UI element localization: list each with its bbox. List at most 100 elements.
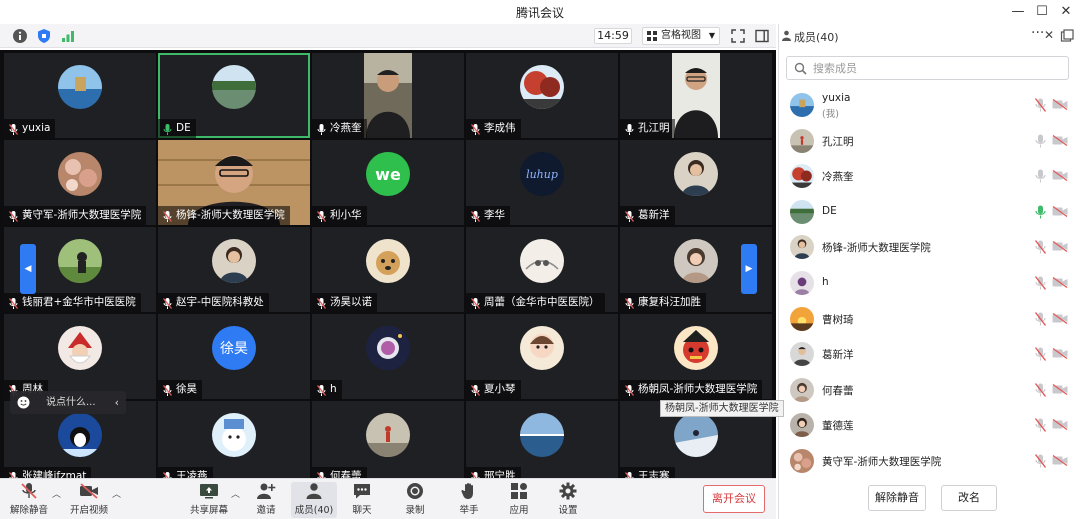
participant-tile[interactable]: DE: [158, 53, 310, 138]
members-button[interactable]: 成员(40): [291, 482, 337, 518]
camera-off-icon[interactable]: [1052, 348, 1068, 360]
participant-tile[interactable]: 葛新洋: [620, 140, 772, 225]
fullscreen-icon[interactable]: [730, 28, 746, 44]
participant-tile[interactable]: 邢宁胜: [466, 401, 618, 478]
member-row[interactable]: 何春蕾: [779, 373, 1080, 408]
quick-chat-bar[interactable]: 说点什么... ‹: [10, 391, 126, 414]
window-title-bar: 腾讯会议 — ☐ ✕: [0, 0, 1080, 24]
microphone-muted-icon[interactable]: [1034, 311, 1047, 326]
participant-tile[interactable]: 徐昊 徐昊: [158, 314, 310, 399]
view-mode-dropdown[interactable]: 宫格视图 ▼: [642, 27, 720, 45]
rename-button[interactable]: 改名: [941, 485, 997, 511]
emoji-icon[interactable]: [17, 396, 30, 409]
participant-tile[interactable]: 孔江明: [620, 53, 772, 138]
next-page-arrow[interactable]: ▶: [741, 244, 757, 294]
microphone-icon[interactable]: [1035, 134, 1046, 148]
minimize-button[interactable]: —: [1008, 2, 1028, 22]
invite-button[interactable]: 邀请: [243, 482, 289, 518]
microphone-muted-icon[interactable]: [1034, 276, 1047, 290]
close-button[interactable]: ✕: [1056, 2, 1076, 22]
popout-window-icon[interactable]: [1060, 29, 1074, 43]
participant-name: 周蕾（金华市中医医院）: [484, 296, 600, 308]
close-panel-icon[interactable]: ✕: [1044, 28, 1054, 42]
share-options-caret[interactable]: ︿: [231, 487, 240, 500]
member-row[interactable]: h: [779, 266, 1080, 301]
participant-tile[interactable]: yuxia: [4, 53, 156, 138]
gear-icon: [559, 482, 577, 500]
share-screen-icon: [200, 484, 218, 499]
member-row[interactable]: yuxia (我): [779, 88, 1080, 123]
member-name: 黄守军-浙师大数理医学院: [822, 456, 942, 468]
participant-tile[interactable]: 赵宇-中医院科教处: [158, 227, 310, 312]
security-shield-icon[interactable]: [36, 28, 52, 44]
microphone-icon[interactable]: [1035, 169, 1046, 183]
member-row[interactable]: DE: [779, 195, 1080, 230]
camera-off-icon[interactable]: [1052, 312, 1068, 324]
microphone-muted-icon[interactable]: [1034, 454, 1047, 468]
member-row[interactable]: 孔江明: [779, 124, 1080, 159]
member-row[interactable]: 葛新洋: [779, 337, 1080, 372]
record-button[interactable]: 录制: [392, 482, 438, 518]
participant-tile[interactable]: 李成伟: [466, 53, 618, 138]
microphone-muted-icon: [8, 123, 19, 135]
member-row[interactable]: 曹树琦: [779, 302, 1080, 337]
unmute-button[interactable]: 解除静音: [6, 482, 52, 518]
participant-tile[interactable]: luhup 李华: [466, 140, 618, 225]
participant-tile[interactable]: we 利小华: [312, 140, 464, 225]
camera-off-icon[interactable]: [1052, 241, 1068, 253]
chevron-left-icon[interactable]: ‹: [115, 391, 119, 414]
settings-button[interactable]: 设置: [545, 482, 591, 518]
participant-tile[interactable]: 周蕾（金华市中医医院）: [466, 227, 618, 312]
member-search-input[interactable]: [813, 60, 1053, 76]
microphone-muted-icon[interactable]: [1034, 98, 1047, 112]
participant-name-label: 李华: [466, 206, 510, 225]
participant-tile[interactable]: 杨朝凤-浙师大数理医学院: [620, 314, 772, 399]
camera-off-icon[interactable]: [1052, 98, 1068, 111]
member-row[interactable]: 黄守军-浙师大数理医学院: [779, 444, 1080, 479]
microphone-muted-icon[interactable]: [1034, 418, 1047, 433]
network-signal-icon[interactable]: [60, 28, 76, 44]
video-options-caret[interactable]: ︿: [112, 487, 121, 500]
microphone-muted-icon[interactable]: [1034, 347, 1047, 362]
microphone-active-icon[interactable]: [1035, 205, 1046, 219]
participant-name-label: 邢宁胜: [466, 467, 521, 478]
participant-tile[interactable]: 何春蕾: [312, 401, 464, 478]
participant-tile[interactable]: 冷燕奎: [312, 53, 464, 138]
apps-button[interactable]: 应用: [496, 482, 542, 518]
participant-tile[interactable]: 汤昊以诺: [312, 227, 464, 312]
member-row[interactable]: 杨锋-浙师大数理医学院: [779, 230, 1080, 265]
camera-off-icon[interactable]: [1052, 454, 1068, 467]
participant-tile[interactable]: 杨锋-浙师大数理医学院: [158, 140, 310, 225]
participant-tile[interactable]: 王凌燕: [158, 401, 310, 478]
participant-tile[interactable]: 黄守军-浙师大数理医学院: [4, 140, 156, 225]
maximize-button[interactable]: ☐: [1032, 2, 1052, 22]
participant-tile[interactable]: 周林: [4, 314, 156, 399]
member-row[interactable]: 冷燕奎: [779, 159, 1080, 194]
participant-name-label: 王志寒: [620, 467, 675, 478]
chat-placeholder[interactable]: 说点什么...: [46, 391, 96, 414]
audio-options-caret[interactable]: ︿: [52, 487, 61, 500]
camera-off-icon[interactable]: [1052, 276, 1068, 289]
camera-off-icon[interactable]: [1052, 383, 1068, 395]
share-screen-button[interactable]: 共享屏幕: [186, 482, 232, 518]
microphone-muted-icon[interactable]: [1034, 240, 1047, 255]
camera-off-icon[interactable]: [1052, 419, 1068, 431]
info-icon[interactable]: [12, 28, 28, 44]
leave-meeting-button[interactable]: 离开会议: [703, 485, 765, 513]
camera-off-icon[interactable]: [1052, 205, 1068, 217]
chat-button[interactable]: 聊天: [339, 482, 385, 518]
member-search-box[interactable]: [786, 56, 1069, 80]
camera-off-icon[interactable]: [1052, 134, 1068, 146]
camera-off-icon[interactable]: [1052, 170, 1068, 182]
unmute-all-button[interactable]: 解除静音: [868, 485, 926, 511]
participant-tile[interactable]: h: [312, 314, 464, 399]
member-row[interactable]: 董德莲: [779, 408, 1080, 443]
raise-hand-button[interactable]: 举手: [446, 482, 492, 518]
member-name: 冷燕奎: [822, 171, 854, 184]
more-options-icon[interactable]: ···: [1031, 25, 1044, 41]
start-video-button[interactable]: 开启视频: [66, 482, 112, 518]
previous-page-arrow[interactable]: ◀: [20, 244, 36, 294]
microphone-muted-icon[interactable]: [1034, 382, 1047, 397]
participant-tile[interactable]: 夏小琴: [466, 314, 618, 399]
toggle-sidebar-icon[interactable]: [754, 28, 770, 44]
